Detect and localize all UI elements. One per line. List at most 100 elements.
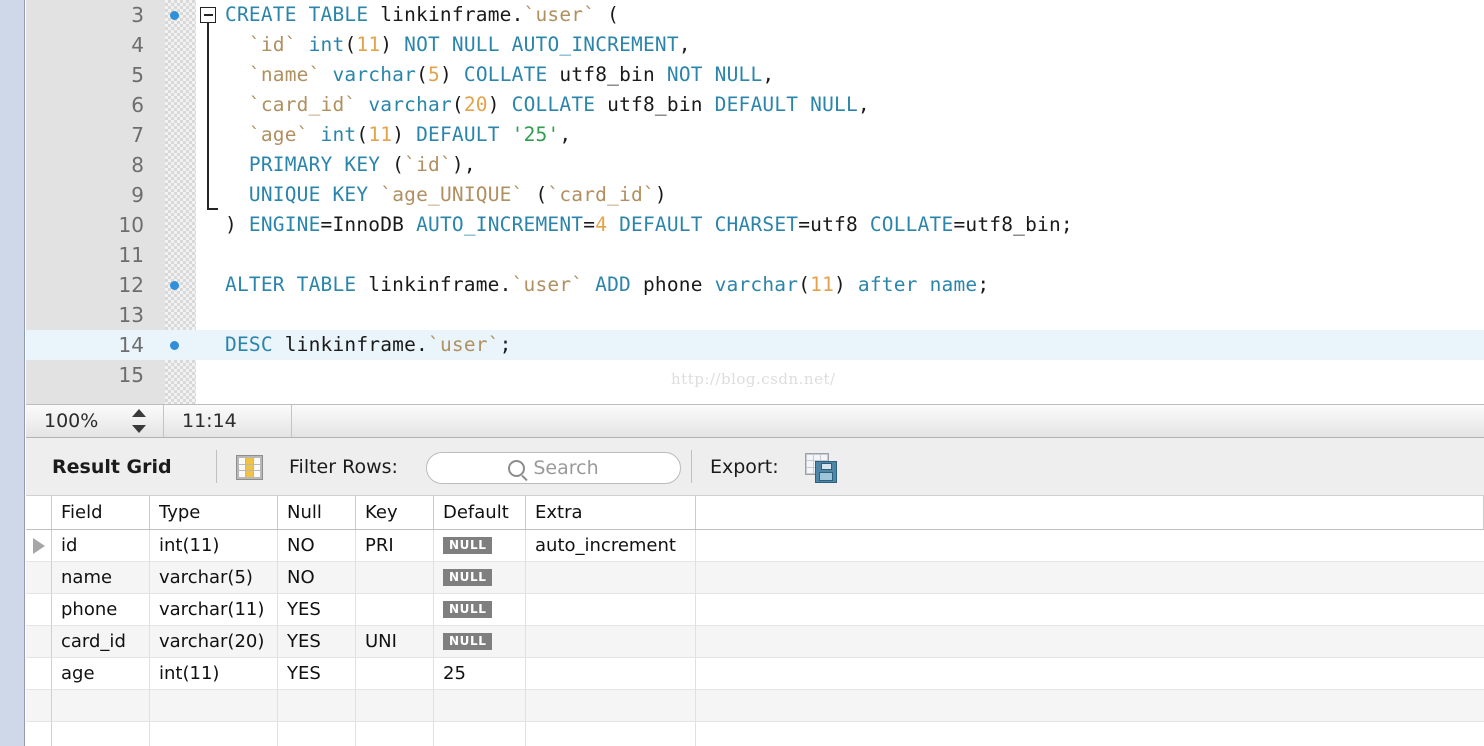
cell-default[interactable]: NULL xyxy=(434,594,526,625)
table-row[interactable]: phone varchar(11) YES NULL xyxy=(26,594,1484,626)
export-recordset-icon[interactable] xyxy=(805,453,837,483)
export-label: Export: xyxy=(710,455,779,478)
cell-key[interactable]: UNI xyxy=(356,626,434,657)
code-token: COLLATE xyxy=(463,63,548,86)
cell-null[interactable]: NO xyxy=(278,562,356,593)
result-grid[interactable]: Field Type Null Key Default Extra id int(11) NO… xyxy=(26,496,1484,746)
cell-empty[interactable] xyxy=(52,722,150,746)
row-marker[interactable] xyxy=(26,690,52,721)
cell-empty[interactable] xyxy=(278,722,356,746)
chevron-down-icon[interactable] xyxy=(132,425,146,433)
row-marker[interactable] xyxy=(26,722,52,746)
column-header-field[interactable]: Field xyxy=(52,496,150,529)
table-row-empty[interactable] xyxy=(26,722,1484,746)
cell-field[interactable]: id xyxy=(52,530,150,561)
code-token: `user` xyxy=(511,273,584,296)
cell-empty[interactable] xyxy=(434,722,526,746)
cell-empty[interactable] xyxy=(150,690,278,721)
cell-key[interactable]: PRI xyxy=(356,530,434,561)
code-line[interactable]: 4 `id` int(11) NOT NULL AUTO_INCREMENT, xyxy=(26,30,1484,60)
cell-null[interactable]: YES xyxy=(278,594,356,625)
sql-editor-pane[interactable]: 3 CREATE TABLE linkinframe.`user` (4 `id`… xyxy=(26,0,1484,404)
column-header-key[interactable]: Key xyxy=(356,496,434,529)
cell-type[interactable]: varchar(5) xyxy=(150,562,278,593)
cell-default[interactable]: NULL xyxy=(434,562,526,593)
cell-empty[interactable] xyxy=(150,722,278,746)
table-row[interactable]: age int(11) YES 25 xyxy=(26,658,1484,690)
code-token: ( xyxy=(451,93,464,116)
code-line-text: `id` int(11) NOT NULL AUTO_INCREMENT, xyxy=(225,30,691,60)
cell-empty[interactable] xyxy=(356,722,434,746)
cell-extra[interactable]: auto_increment xyxy=(526,530,696,561)
cell-type[interactable]: varchar(20) xyxy=(150,626,278,657)
code-token: ( xyxy=(380,153,405,176)
cell-extra[interactable] xyxy=(526,626,696,657)
row-marker[interactable] xyxy=(26,626,52,657)
code-line[interactable]: 9 UNIQUE KEY `age_UNIQUE` (`card_id`) xyxy=(26,180,1484,210)
table-row-empty[interactable] xyxy=(26,690,1484,722)
cell-empty[interactable] xyxy=(278,690,356,721)
breakpoint-marker-icon[interactable] xyxy=(170,281,179,290)
row-marker[interactable] xyxy=(26,530,52,561)
table-row[interactable]: name varchar(5) NO NULL xyxy=(26,562,1484,594)
code-line[interactable]: 6 `card_id` varchar(20) COLLATE utf8_bin… xyxy=(26,90,1484,120)
cell-empty[interactable] xyxy=(526,722,696,746)
cell-default[interactable]: NULL xyxy=(434,530,526,561)
cell-null[interactable]: NO xyxy=(278,530,356,561)
cell-empty[interactable] xyxy=(434,690,526,721)
row-marker[interactable] xyxy=(26,658,52,689)
column-header-extra[interactable]: Extra xyxy=(526,496,696,529)
cell-field[interactable]: card_id xyxy=(52,626,150,657)
chevron-up-icon[interactable] xyxy=(132,409,146,417)
code-token: ) xyxy=(225,213,249,236)
cell-null[interactable]: YES xyxy=(278,658,356,689)
code-token: ) xyxy=(487,93,512,116)
code-line[interactable]: 8 PRIMARY KEY (`id`), xyxy=(26,150,1484,180)
cell-key[interactable] xyxy=(356,594,434,625)
code-line[interactable]: 12 ALTER TABLE linkinframe.`user` ADD pho… xyxy=(26,270,1484,300)
cell-type[interactable]: varchar(11) xyxy=(150,594,278,625)
cell-extra[interactable] xyxy=(526,658,696,689)
code-token: NOT NULL AUTO_INCREMENT xyxy=(404,33,679,56)
table-row[interactable]: id int(11) NO PRI NULL auto_increment xyxy=(26,530,1484,562)
grid-view-icon[interactable] xyxy=(236,455,263,480)
cell-key[interactable] xyxy=(356,562,434,593)
breakpoint-marker-icon[interactable] xyxy=(170,11,179,20)
code-line[interactable]: 13 xyxy=(26,300,1484,330)
code-line[interactable]: 7 `age` int(11) DEFAULT '25', xyxy=(26,120,1484,150)
grid-icon-col-left xyxy=(239,464,245,471)
code-line[interactable]: 3 CREATE TABLE linkinframe.`user` ( xyxy=(26,0,1484,30)
code-token: DEFAULT CHARSET xyxy=(619,213,799,236)
code-line[interactable]: 11 xyxy=(26,240,1484,270)
cell-extra[interactable] xyxy=(526,594,696,625)
cell-field[interactable]: name xyxy=(52,562,150,593)
toolbar-divider-1 xyxy=(216,450,217,483)
row-marker[interactable] xyxy=(26,594,52,625)
code-line[interactable]: 10) ENGINE=InnoDB AUTO_INCREMENT=4 DEFAU… xyxy=(26,210,1484,240)
zoom-level-cell[interactable]: 100% xyxy=(26,405,164,437)
table-row[interactable]: card_id varchar(20) YES UNI NULL xyxy=(26,626,1484,658)
cell-default[interactable]: NULL xyxy=(434,626,526,657)
line-number: 7 xyxy=(131,123,144,147)
cell-default[interactable]: 25 xyxy=(434,658,526,689)
cell-empty[interactable] xyxy=(52,690,150,721)
cell-type[interactable]: int(11) xyxy=(150,530,278,561)
cell-empty[interactable] xyxy=(526,690,696,721)
cell-extra[interactable] xyxy=(526,562,696,593)
code-line[interactable]: 14 DESC linkinframe.`user`; xyxy=(26,330,1484,360)
cell-field[interactable]: phone xyxy=(52,594,150,625)
cell-null[interactable]: YES xyxy=(278,626,356,657)
column-header-type[interactable]: Type xyxy=(150,496,278,529)
zoom-stepper[interactable] xyxy=(131,409,147,433)
cell-type[interactable]: int(11) xyxy=(150,658,278,689)
column-header-default[interactable]: Default xyxy=(434,496,526,529)
column-header-null[interactable]: Null xyxy=(278,496,356,529)
cell-empty[interactable] xyxy=(356,690,434,721)
cell-field[interactable]: age xyxy=(52,658,150,689)
fold-collapse-icon[interactable] xyxy=(200,7,216,23)
cell-key[interactable] xyxy=(356,658,434,689)
filter-rows-search-box[interactable]: Search xyxy=(426,452,681,484)
breakpoint-marker-icon[interactable] xyxy=(170,341,179,350)
row-marker[interactable] xyxy=(26,562,52,593)
code-line[interactable]: 5 `name` varchar(5) COLLATE utf8_bin NOT… xyxy=(26,60,1484,90)
